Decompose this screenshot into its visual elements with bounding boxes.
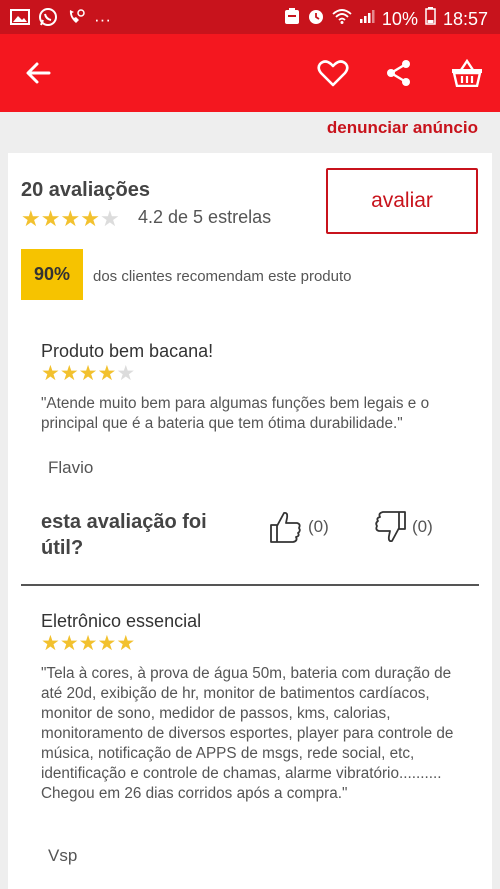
heart-outline-icon (317, 60, 349, 87)
cart-button[interactable] (447, 53, 487, 93)
back-button[interactable] (18, 53, 58, 93)
star-filled-icon: ★ (60, 206, 81, 231)
signal-icon (359, 8, 375, 29)
star-empty-icon: ★ (99, 206, 120, 231)
star-filled-icon: ★ (40, 206, 61, 231)
recommend-text: dos clientes recomendam este produto (93, 268, 352, 285)
star-filled-icon: ★ (41, 362, 60, 385)
star-empty-icon: ★ (116, 362, 136, 385)
vote-down-button[interactable]: (0) (372, 509, 433, 545)
star-filled-icon: ★ (80, 206, 100, 231)
review-title: Eletrônico essencial (41, 611, 202, 631)
star-filled-icon: ★ (78, 362, 98, 385)
thumbs-up-icon (270, 511, 301, 543)
recommend-percentage-badge: 90% (21, 249, 83, 300)
whatsapp-icon (38, 7, 58, 32)
gallery-icon (10, 9, 30, 30)
vote-up-count: (0) (308, 517, 329, 536)
average-rating-stars: ★ ★ ★ ★ ★ (21, 207, 120, 231)
report-ad-link[interactable]: denunciar anúncio (327, 118, 478, 138)
star-filled-icon: ★ (116, 632, 136, 655)
reviews-count: 20 avaliações (21, 179, 150, 201)
review-stars: ★ ★ ★ ★ ★ (41, 633, 135, 655)
share-icon (387, 60, 410, 86)
review-body: "Tela à cores, à prova de água 50m, bate… (41, 665, 454, 802)
thumbs-down-icon (375, 511, 406, 543)
rate-button[interactable]: avaliar (326, 168, 478, 234)
basket-icon (452, 59, 482, 87)
review-body: "Atende muito bem para algumas funções b… (41, 395, 430, 432)
more-notifications-icon: ··· (94, 9, 111, 29)
star-filled-icon: ★ (97, 632, 117, 655)
clock: 18:57 (442, 8, 488, 29)
battery-percentage: 10% (381, 8, 418, 29)
reviews-card: 20 avaliações ★ ★ ★ ★ ★ 4.2 de 5 estrela… (8, 153, 492, 889)
average-rating-text: 4.2 de 5 estrelas (138, 207, 272, 227)
missed-call-icon (66, 7, 86, 32)
clipboard-icon (284, 7, 300, 30)
app-bar (0, 34, 500, 112)
favorite-button[interactable] (313, 53, 353, 93)
review-author: Flavio (48, 458, 94, 477)
helpful-question: esta avaliação foi útil? (41, 511, 207, 559)
status-bar: ··· 10% 18:57 (0, 0, 500, 34)
vote-down-count: (0) (412, 517, 433, 536)
star-filled-icon: ★ (97, 362, 117, 385)
star-filled-icon: ★ (59, 632, 79, 655)
battery-icon (425, 7, 436, 30)
review-title: Produto bem bacana! (41, 341, 214, 361)
alarm-icon (307, 7, 325, 30)
wifi-icon (332, 8, 352, 29)
star-filled-icon: ★ (78, 632, 98, 655)
vote-up-button[interactable]: (0) (268, 509, 329, 545)
review-author: Vsp (48, 846, 78, 865)
review-divider (21, 584, 479, 586)
star-filled-icon: ★ (59, 362, 79, 385)
share-button[interactable] (379, 53, 419, 93)
review-stars: ★ ★ ★ ★ ★ (41, 363, 135, 385)
star-filled-icon: ★ (41, 632, 60, 655)
arrow-left-icon (26, 62, 51, 84)
star-filled-icon: ★ (21, 206, 41, 231)
